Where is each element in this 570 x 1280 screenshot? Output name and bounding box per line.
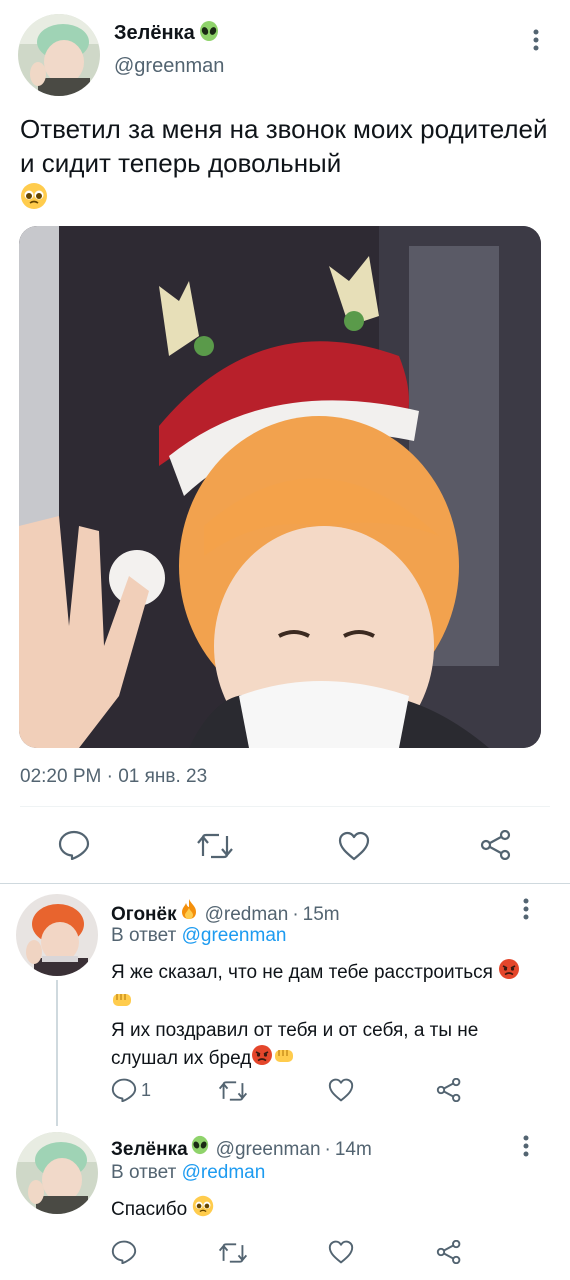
pleading-face-icon [20, 182, 550, 218]
alien-icon [190, 1135, 210, 1161]
reply-icon [111, 1240, 137, 1264]
tweet-timestamp[interactable]: 02:20 PM · 01 янв. 23 [20, 766, 207, 788]
heart-icon [338, 831, 370, 861]
more-options-icon[interactable] [514, 1134, 538, 1158]
reply-handle[interactable]: @redman [205, 904, 289, 926]
retweet-button[interactable] [218, 1242, 248, 1264]
reply-avatar[interactable] [16, 894, 98, 976]
retweet-icon [218, 1081, 248, 1101]
reply-time[interactable]: 15m [303, 904, 340, 926]
reply-text: Спасибо [111, 1195, 214, 1225]
reply-text-body: Спасибо [111, 1199, 188, 1221]
reply-author-name[interactable]: Огонёк [111, 904, 177, 926]
heart-icon [328, 1078, 354, 1102]
fire-icon [179, 898, 199, 926]
reply-icon [111, 1078, 137, 1102]
share-icon [480, 830, 511, 860]
reply-handle[interactable]: @greenman [216, 1139, 321, 1161]
like-button[interactable] [328, 1240, 354, 1264]
reply-icon [58, 830, 90, 860]
reply-count: 1 [141, 1079, 152, 1100]
share-button[interactable] [436, 1078, 462, 1102]
main-tweet-text: Ответил за меня на звонок моих родителей… [20, 112, 550, 218]
reply-button[interactable] [58, 830, 90, 860]
share-icon [436, 1078, 461, 1102]
more-options-icon[interactable] [524, 28, 548, 52]
divider [0, 883, 570, 884]
main-avatar[interactable] [18, 14, 100, 96]
like-button[interactable] [338, 831, 370, 861]
main-author-name[interactable]: Зелёнка [114, 22, 195, 45]
retweet-button[interactable] [218, 1080, 248, 1102]
retweet-icon [197, 833, 233, 859]
reply-button[interactable]: 1 [111, 1078, 151, 1102]
pleading-face-icon [192, 1195, 214, 1225]
separator-dot: · [324, 1139, 331, 1160]
more-options-icon[interactable] [514, 897, 538, 921]
reply-to-label: В ответ [111, 925, 177, 946]
angry-face-icon [251, 1044, 273, 1074]
reply-text: Я же сказал, что не дам тебе расстроитьс… [111, 958, 531, 1074]
reply-to-label: В ответ [111, 1162, 177, 1183]
reply-text-line1: Я же сказал, что не дам тебе расстроитьс… [111, 962, 493, 984]
main-handle[interactable]: @greenman [114, 55, 224, 78]
thread-line [56, 980, 58, 1126]
alien-icon [198, 20, 220, 47]
heart-icon [328, 1240, 354, 1264]
mention-link[interactable]: @greenman [182, 925, 287, 946]
main-tweet-body: Ответил за меня на звонок моих родителей… [20, 114, 548, 178]
reply-button[interactable] [111, 1240, 137, 1264]
share-icon [436, 1240, 461, 1264]
divider [20, 806, 550, 807]
angry-face-icon [498, 958, 520, 988]
retweet-button[interactable] [197, 832, 233, 860]
fist-icon [273, 1044, 295, 1074]
reply-author-name[interactable]: Зелёнка [111, 1139, 188, 1161]
tweet-photo[interactable] [19, 226, 541, 748]
share-button[interactable] [436, 1240, 462, 1264]
separator-dot: · [292, 904, 299, 925]
fist-icon [111, 988, 133, 1018]
retweet-icon [218, 1243, 248, 1263]
like-button[interactable] [328, 1078, 354, 1102]
mention-link[interactable]: @redman [182, 1162, 266, 1183]
reply-time[interactable]: 14m [335, 1139, 372, 1161]
reply-avatar[interactable] [16, 1132, 98, 1214]
share-button[interactable] [480, 830, 512, 860]
